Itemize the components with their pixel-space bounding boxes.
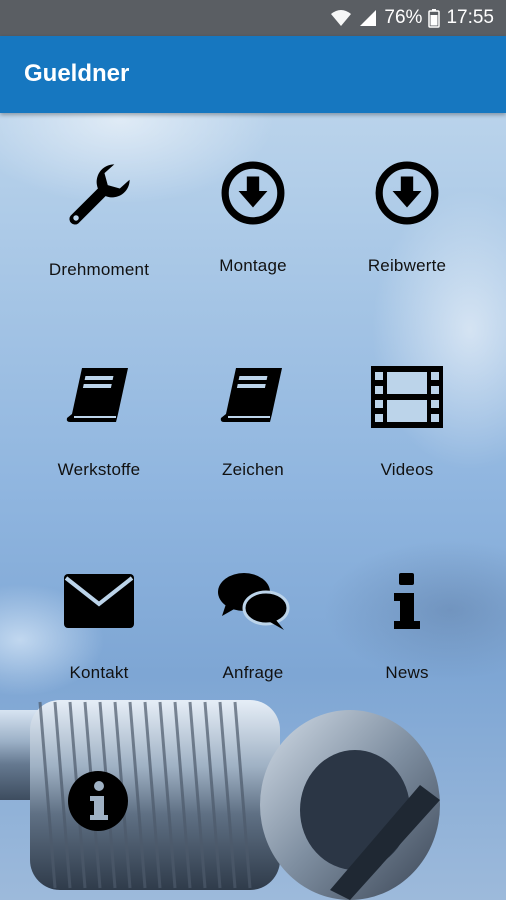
signal-icon [358,9,378,27]
menu-item-label: Videos [380,460,434,479]
menu-item-news[interactable]: News [323,533,491,683]
menu-item-label: Kontakt [69,663,129,682]
menu-item-label: News [385,663,429,682]
battery-icon [428,8,441,28]
download-circle-icon [213,160,293,226]
app-title: Gueldner [24,60,130,87]
menu-item-label: Drehmoment [48,260,150,279]
book-icon [213,364,293,430]
info-circle-icon [68,771,128,831]
clock: 17:55 [446,7,494,28]
menu-item-werkstoffe[interactable]: Werkstoffe [15,329,183,479]
menu-item-videos[interactable]: Videos [323,329,491,479]
battery-percent: 76% [384,7,423,28]
app-bar: Gueldner [0,36,506,113]
menu-item-label: Reibwerte [367,256,447,275]
menu-item-reibwerte[interactable]: Reibwerte [323,125,491,275]
info-icon [367,568,447,633]
download-circle-icon [367,160,447,226]
menu-item-label: Zeichen [222,460,284,479]
status-bar: 76% 17:55 [0,0,506,36]
menu-item-drehmoment[interactable]: Drehmoment [15,125,183,279]
chat-bubbles-icon [213,568,293,633]
book-icon [59,364,139,430]
info-button[interactable] [66,769,130,833]
menu-item-zeichen[interactable]: Zeichen [169,329,337,479]
menu-item-anfrage[interactable]: Anfrage [169,533,337,683]
wifi-icon [330,9,352,27]
envelope-icon [59,568,139,633]
menu-item-label: Anfrage [222,663,284,682]
film-icon [367,364,447,430]
menu-item-label: Werkstoffe [57,460,141,479]
wrench-icon [59,160,139,230]
menu-item-label: Montage [219,256,287,275]
menu-item-kontakt[interactable]: Kontakt [15,533,183,683]
menu-item-montage[interactable]: Montage [169,125,337,275]
